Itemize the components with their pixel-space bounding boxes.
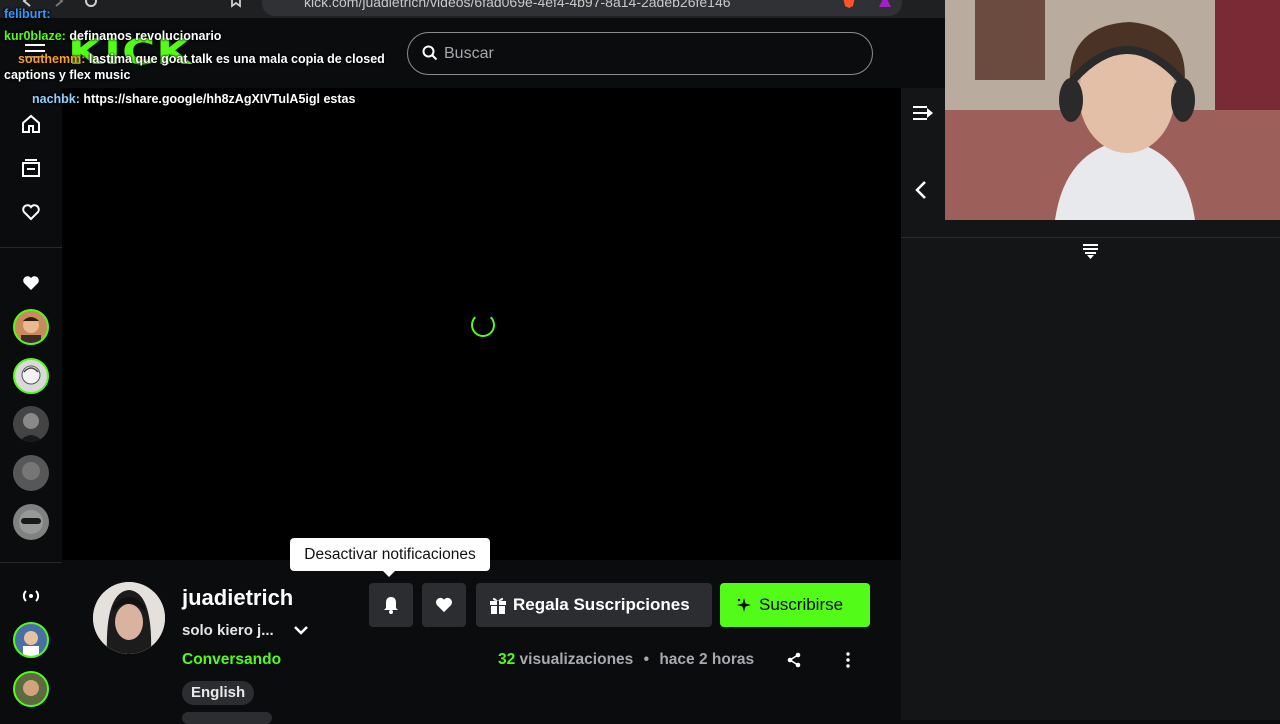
chat-message: kur0blaze: definamos revolucionario (4, 28, 424, 44)
heart-outline-icon[interactable] (21, 202, 41, 222)
search-placeholder: Buscar (444, 45, 494, 62)
channel-name[interactable]: juadietrich (182, 585, 293, 611)
followed-channel-avatar[interactable] (13, 358, 49, 394)
chat-username: southemm: (18, 52, 86, 66)
webcam-overlay (945, 0, 1280, 220)
share-icon[interactable] (786, 652, 802, 668)
avatar-face-icon (21, 365, 41, 385)
browse-icon[interactable] (21, 158, 41, 178)
recommended-channel-avatar[interactable] (13, 622, 49, 658)
chat-text: definamos revolucionario (65, 29, 222, 43)
notification-tooltip: Desactivar notificaciones (290, 538, 490, 577)
more-icon[interactable] (845, 652, 851, 668)
views-label: visualizaciones (515, 651, 634, 668)
live-signal-icon (22, 590, 40, 602)
followed-channel-avatar[interactable] (13, 504, 49, 540)
gift-subs-button[interactable]: Regala Suscripciones (476, 583, 712, 627)
gift-icon (490, 597, 506, 614)
meta-separator: • (643, 651, 650, 668)
followed-channel-avatar[interactable] (13, 455, 49, 491)
home-icon[interactable] (21, 114, 41, 134)
chat-message: nachbk: https://share.google/hh8zAgXIVTu… (4, 91, 424, 107)
time-ago: hace 2 horas (659, 651, 755, 668)
panel-divider (901, 237, 1280, 238)
channel-avatar[interactable] (93, 582, 165, 654)
chat-message: southemm: lastima que goat talk es una m… (4, 51, 424, 83)
avatar-face-icon (93, 582, 165, 654)
heart-icon (23, 276, 39, 290)
rewards-icon[interactable] (878, 0, 892, 8)
stream-title: solo kiero j... (182, 622, 274, 639)
brave-shield-icon[interactable] (842, 0, 856, 8)
avatar-face-icon (23, 680, 39, 696)
chat-message: feliburt: (4, 6, 424, 22)
chevron-down-icon[interactable] (293, 622, 309, 638)
video-meta: 32 visualizaciones • hace 2 horas (498, 651, 754, 669)
extra-tag[interactable] (182, 712, 272, 724)
sidebar-divider (0, 562, 62, 563)
filter-icon[interactable] (1082, 243, 1099, 260)
views-count: 32 (498, 651, 516, 668)
heart-icon (436, 597, 452, 613)
avatar-face-icon (19, 413, 43, 442)
search-icon (422, 45, 438, 61)
avatar-face-icon (21, 317, 41, 343)
search-input[interactable]: Buscar (407, 32, 873, 75)
language-tag[interactable]: English (182, 681, 255, 705)
recommended-channel-avatar[interactable] (13, 671, 49, 707)
notifications-button[interactable] (369, 583, 413, 627)
subscribe-button[interactable]: Suscribirse (720, 583, 870, 627)
avatar-face-icon (23, 631, 39, 656)
loading-spinner (471, 313, 495, 337)
chevron-left-icon[interactable] (913, 180, 929, 200)
sidebar-divider (0, 247, 62, 248)
followed-channel-avatar[interactable] (13, 309, 49, 345)
follow-button[interactable] (422, 583, 466, 627)
chat-username: nachbk: (32, 91, 80, 106)
gift-subs-label: Regala Suscripciones (513, 595, 690, 614)
avatar-face-icon (22, 462, 40, 480)
bell-icon (384, 597, 398, 614)
chat-username: kur0blaze: (4, 29, 66, 43)
avatar-face-icon (19, 510, 43, 534)
subscribe-label: Suscribirse (759, 595, 844, 614)
category-link[interactable]: Conversando (182, 651, 281, 669)
followed-channel-avatar[interactable] (13, 406, 49, 442)
collapse-chat-icon[interactable] (912, 104, 934, 122)
webcam-person-icon (945, 0, 1280, 220)
sparkle-icon (737, 598, 751, 612)
stream-chat-overlay: feliburt: kur0blaze: definamos revolucio… (4, 6, 424, 114)
chat-text: https://share.google/hh8zAgXIVTulA5igl e… (79, 91, 356, 106)
chat-username: feliburt: (4, 7, 51, 21)
